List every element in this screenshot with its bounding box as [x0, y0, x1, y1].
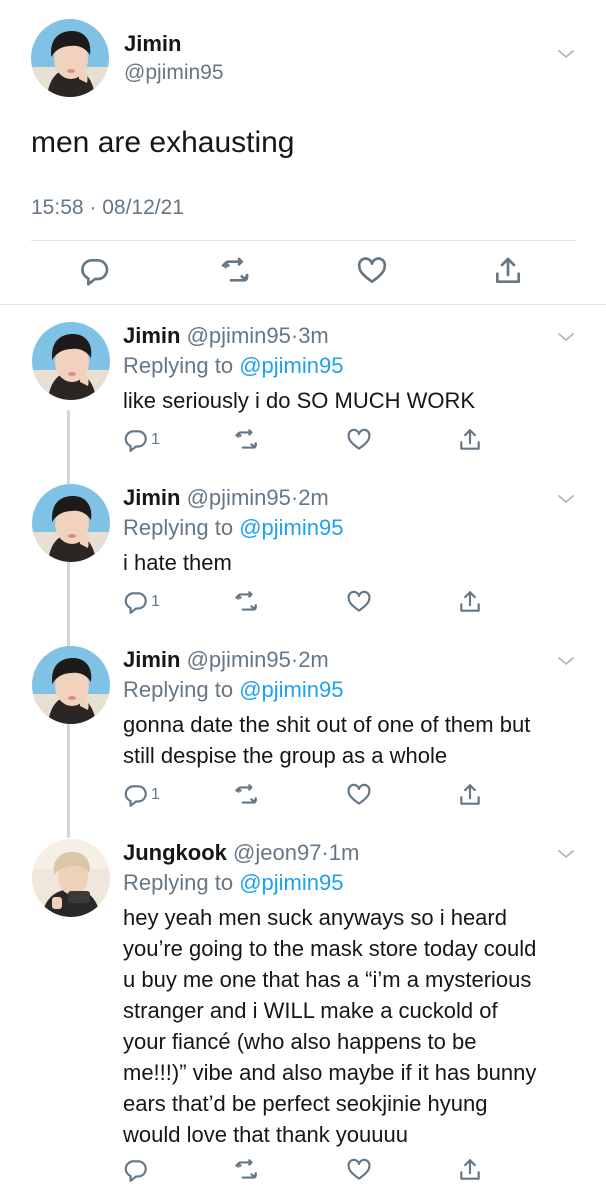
replying-prefix: Replying to [123, 677, 240, 702]
mention-link[interactable]: @pjimin95 [239, 515, 343, 540]
chevron-down-icon[interactable] [557, 494, 575, 504]
author-name[interactable]: Jimin [124, 31, 181, 57]
replying-to: Replying to @pjimin95 [123, 353, 343, 379]
relative-time[interactable]: 3m [298, 323, 329, 348]
replying-to: Replying to @pjimin95 [123, 870, 343, 896]
mention-link[interactable]: @pjimin95 [239, 353, 343, 378]
author-name[interactable]: Jimin [123, 647, 180, 672]
reply-header: Jungkook @jeon97·1m [123, 840, 359, 866]
reply-icon[interactable] [123, 1157, 149, 1183]
avatar[interactable] [32, 322, 110, 400]
tweet-actions [0, 255, 606, 289]
retweet-icon[interactable] [233, 1157, 259, 1183]
retweet-icon[interactable] [233, 782, 259, 808]
reply-icon[interactable] [79, 255, 111, 287]
reply-text: i hate them [123, 550, 232, 575]
share-icon[interactable] [457, 427, 483, 453]
author-handle[interactable]: @jeon97 [233, 840, 321, 865]
main-tweet: Jimin @pjimin95 men are exhausting 15:58… [0, 0, 606, 305]
reply-tweet[interactable]: Jimin @pjimin95·2m Replying to @pjimin95… [0, 630, 606, 822]
separator-dot: · [321, 840, 329, 865]
reply-action[interactable]: 1 [123, 427, 160, 453]
tweet-actions: 1 [0, 782, 606, 810]
reply-tweet[interactable]: Jimin @pjimin95·2m Replying to @pjimin95… [0, 468, 606, 628]
reply-header: Jimin @pjimin95·2m [123, 647, 329, 673]
share-icon[interactable] [457, 782, 483, 808]
avatar[interactable] [31, 19, 109, 97]
reply-action[interactable]: 1 [123, 782, 160, 808]
heart-icon[interactable] [346, 1157, 372, 1183]
heart-icon[interactable] [346, 427, 372, 453]
reply-icon[interactable] [123, 782, 149, 808]
reply-count: 1 [151, 786, 160, 803]
reply-count: 1 [151, 431, 160, 448]
author-name[interactable]: Jungkook [123, 840, 227, 865]
reply-text: like seriously i do SO MUCH WORK [123, 388, 476, 413]
reply-action[interactable]: 1 [123, 589, 160, 615]
reply-icon[interactable] [123, 427, 149, 453]
avatar[interactable] [32, 484, 110, 562]
replying-prefix: Replying to [123, 353, 240, 378]
tweet-actions [0, 1157, 606, 1185]
tweet-text: men are exhausting [31, 126, 295, 159]
tweet-actions: 1 [0, 427, 606, 455]
divider [31, 240, 576, 241]
share-icon[interactable] [492, 255, 524, 287]
relative-time[interactable]: 2m [298, 485, 329, 510]
heart-icon[interactable] [356, 255, 388, 287]
heart-icon[interactable] [346, 589, 372, 615]
avatar[interactable] [32, 839, 110, 917]
tweet-actions: 1 [0, 589, 606, 617]
relative-time[interactable]: 1m [329, 840, 360, 865]
heart-icon[interactable] [346, 782, 372, 808]
retweet-icon[interactable] [233, 427, 259, 453]
relative-time[interactable]: 2m [298, 647, 329, 672]
chevron-down-icon[interactable] [557, 849, 575, 859]
replying-to: Replying to @pjimin95 [123, 677, 343, 703]
author-handle[interactable]: @pjimin95 [187, 323, 291, 348]
reply-header: Jimin @pjimin95·2m [123, 485, 329, 511]
avatar[interactable] [32, 646, 110, 724]
chevron-down-icon[interactable] [557, 656, 575, 666]
replying-to: Replying to @pjimin95 [123, 515, 343, 541]
reply-text: gonna date the shit out of one of them b… [123, 712, 531, 768]
reply-text: hey yeah men suck anyways so i heard you… [123, 905, 537, 1147]
share-icon[interactable] [457, 589, 483, 615]
replying-prefix: Replying to [123, 515, 240, 540]
divider [0, 304, 606, 305]
retweet-icon[interactable] [219, 255, 251, 287]
reply-tweet[interactable]: Jimin @pjimin95·3m Replying to @pjimin95… [0, 306, 606, 466]
author-handle[interactable]: @pjimin95 [187, 485, 291, 510]
author-name[interactable]: Jimin [123, 485, 180, 510]
tweet-timestamp[interactable]: 15:58 · 08/12/21 [31, 196, 184, 220]
reply-icon[interactable] [123, 589, 149, 615]
author-handle[interactable]: @pjimin95 [187, 647, 291, 672]
author-handle[interactable]: @pjimin95 [124, 61, 224, 85]
reply-count: 1 [151, 593, 160, 610]
mention-link[interactable]: @pjimin95 [239, 870, 343, 895]
reply-action[interactable] [123, 1157, 151, 1183]
mention-link[interactable]: @pjimin95 [239, 677, 343, 702]
share-icon[interactable] [457, 1157, 483, 1183]
replying-prefix: Replying to [123, 870, 240, 895]
chevron-down-icon[interactable] [557, 49, 575, 59]
author-name[interactable]: Jimin [123, 323, 180, 348]
chevron-down-icon[interactable] [557, 332, 575, 342]
reply-header: Jimin @pjimin95·3m [123, 323, 329, 349]
reply-tweet[interactable]: Jungkook @jeon97·1m Replying to @pjimin9… [0, 823, 606, 1200]
retweet-icon[interactable] [233, 589, 259, 615]
